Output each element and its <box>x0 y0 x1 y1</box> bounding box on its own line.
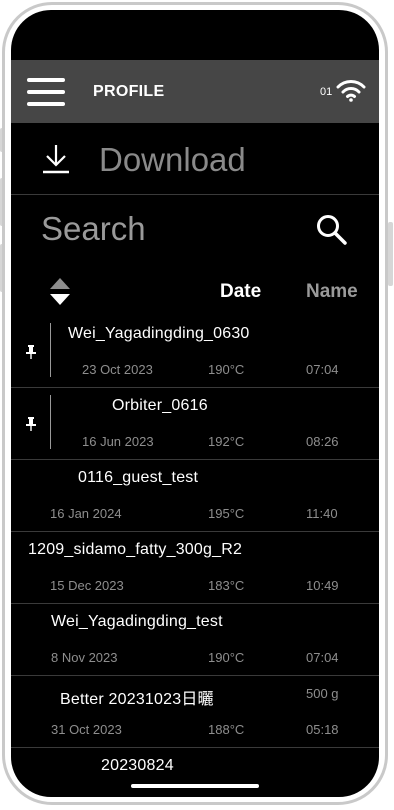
pin-divider <box>50 323 51 377</box>
profile-temperature: 188°C <box>208 722 245 737</box>
wifi-icon <box>336 80 366 102</box>
pin-icon[interactable] <box>25 417 37 431</box>
profile-name: Wei_Yagadingding_test <box>51 613 223 630</box>
profile-name: Wei_Yagadingding_0630 <box>68 325 250 342</box>
profile-date: 23 Oct 2023 <box>82 362 153 377</box>
connection-label: 01 <box>320 86 333 98</box>
app-screen: PROFILE 01 Download Search Date Name Wei… <box>11 10 379 797</box>
profile-time: 11:40 <box>306 506 338 521</box>
search-label: Search <box>41 210 146 247</box>
profile-item[interactable]: Wei_Yagadingding_test 8 Nov 2023 190°C 0… <box>11 603 379 676</box>
profile-date: 15 Dec 2023 <box>50 578 124 593</box>
pin-divider <box>50 395 51 449</box>
pin-icon[interactable] <box>25 345 37 359</box>
download-button[interactable]: Download <box>11 123 379 195</box>
sort-header: Date Name <box>11 265 379 315</box>
sort-by-name-button[interactable]: Name <box>306 281 358 303</box>
profile-name: 20230824 <box>101 757 174 774</box>
sort-by-date-button[interactable]: Date <box>220 281 261 303</box>
download-icon <box>43 145 69 174</box>
profile-item[interactable]: 20230824 <box>11 747 379 797</box>
profile-date: 31 Oct 2023 <box>51 722 122 737</box>
profile-temperature: 195°C <box>208 506 245 521</box>
profile-time: 07:04 <box>306 362 339 377</box>
top-bar: PROFILE 01 <box>11 60 379 123</box>
home-indicator[interactable] <box>131 784 259 788</box>
profile-name: 0116_guest_test <box>78 469 199 486</box>
profile-date: 16 Jan 2024 <box>50 506 122 521</box>
profile-time: 05:18 <box>306 722 339 737</box>
search-icon[interactable] <box>315 213 349 247</box>
sort-icon[interactable] <box>49 277 71 307</box>
profile-date: 8 Nov 2023 <box>51 650 118 665</box>
profile-item[interactable]: Wei_Yagadingding_0630 23 Oct 2023 190°C … <box>11 315 379 388</box>
profile-item[interactable]: Orbiter_0616 16 Jun 2023 192°C 08:26 <box>11 387 379 460</box>
profile-time: 08:26 <box>306 434 339 449</box>
profile-temperature: 183°C <box>208 578 245 593</box>
profile-name: 1209_sidamo_fatty_300g_R2 <box>28 541 243 558</box>
power-button <box>388 222 393 286</box>
profile-date: 16 Jun 2023 <box>82 434 154 449</box>
profile-item[interactable]: 0116_guest_test 16 Jan 2024 195°C 11:40 <box>11 459 379 532</box>
profile-name: Orbiter_0616 <box>112 397 208 414</box>
search-bar[interactable]: Search <box>11 195 379 265</box>
profile-weight: 500 g <box>306 686 339 701</box>
profile-item[interactable]: 1209_sidamo_fatty_300g_R2 15 Dec 2023 18… <box>11 531 379 604</box>
profile-time: 10:49 <box>306 578 339 593</box>
profile-temperature: 190°C <box>208 650 245 665</box>
profile-temperature: 192°C <box>208 434 245 449</box>
hamburger-menu-icon[interactable] <box>27 78 65 106</box>
profile-temperature: 190°C <box>208 362 245 377</box>
profile-name: Better 20231023日曬 <box>60 691 214 708</box>
profile-time: 07:04 <box>306 650 339 665</box>
download-label: Download <box>99 141 246 178</box>
profile-item[interactable]: Better 20231023日曬 500 g 31 Oct 2023 188°… <box>11 675 379 748</box>
page-title: PROFILE <box>93 83 165 100</box>
